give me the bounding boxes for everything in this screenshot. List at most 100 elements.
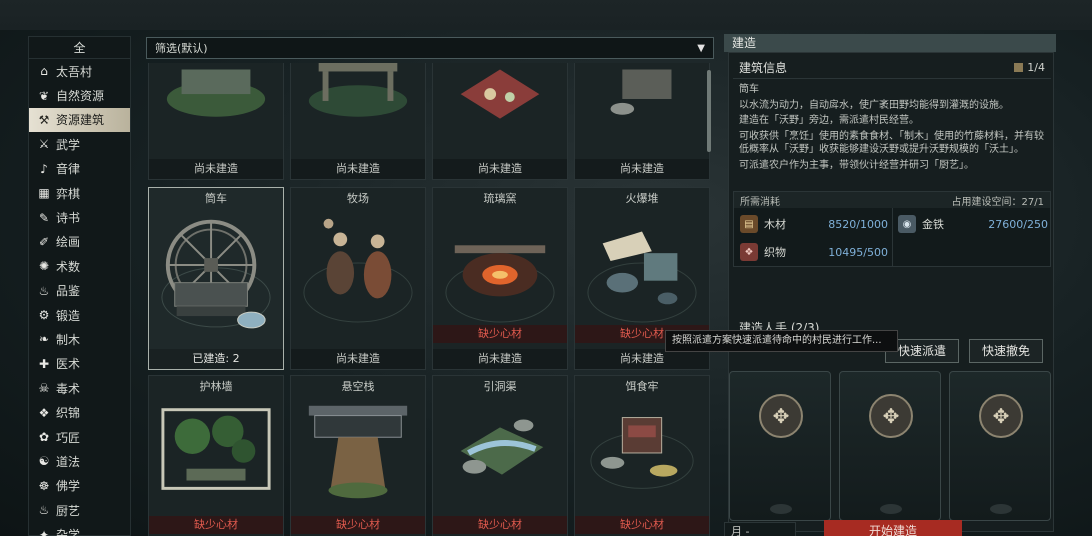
build-status: 尚未建造 bbox=[291, 159, 425, 179]
sidebar-item[interactable]: ♨ 品鉴 bbox=[29, 279, 130, 303]
worker-slot[interactable]: ✥ bbox=[949, 371, 1051, 521]
abacus-icon: ✺ bbox=[38, 259, 50, 274]
building-art bbox=[460, 69, 540, 119]
sidebar-item[interactable]: ✐ 绘画 bbox=[29, 230, 130, 254]
buddha-icon: ☸ bbox=[38, 478, 50, 493]
sidebar-item-label: 武学 bbox=[56, 137, 81, 152]
sidebar-item-label: 织锦 bbox=[56, 406, 81, 421]
sidebar-item[interactable]: ✦ 杂学 bbox=[29, 522, 130, 536]
sidebar-item-label: 毒术 bbox=[56, 381, 81, 396]
build-status: 尚未建造 bbox=[149, 159, 283, 179]
wood-icon: ❧ bbox=[38, 332, 50, 347]
sidebar-item[interactable]: ✿ 巧匠 bbox=[29, 425, 130, 449]
sidebar-item[interactable]: ♨ 厨艺 bbox=[29, 498, 130, 522]
building-description: 筒车 以水流为动力，自动戽水，使广袤田野均能得到灌溉的设施。 建造在「沃野」旁边… bbox=[739, 83, 1049, 174]
sidebar-item[interactable]: ⚔ 武学 bbox=[29, 132, 130, 156]
page-indicator[interactable]: 1/4 bbox=[1014, 61, 1045, 74]
chess-icon: ▦ bbox=[38, 186, 50, 201]
sidebar-item[interactable]: ❦ 自然资源 bbox=[29, 83, 130, 107]
space-label: 占用建设空间：27/1 bbox=[951, 196, 1044, 208]
month-selector[interactable]: 月 - bbox=[724, 522, 796, 536]
sidebar-item[interactable]: ⚙ 锻造 bbox=[29, 303, 130, 327]
resource-row: ▤ 木材 8520/1000 bbox=[740, 212, 888, 236]
cup-icon: ♨ bbox=[38, 283, 50, 298]
sidebar-item[interactable]: ✎ 诗书 bbox=[29, 205, 130, 229]
cave-channel-art bbox=[460, 419, 544, 475]
metal-resource-icon: ◉ bbox=[898, 215, 916, 233]
page-chip-icon bbox=[1014, 63, 1024, 72]
filter-dropdown[interactable]: 筛选(默认) ▼ bbox=[146, 37, 714, 59]
forest-wall-art bbox=[161, 408, 271, 490]
build-status: 尚未建造 bbox=[433, 349, 567, 369]
sidebar-item[interactable]: ❖ 织锦 bbox=[29, 400, 130, 424]
sidebar-item[interactable]: ⌂ 太吾村 bbox=[29, 59, 130, 83]
resource-row: ◉ 金铁 27600/250 bbox=[898, 212, 1048, 236]
desc-line-2: 建造在「沃野」旁边，需派遣村民经营。 bbox=[739, 115, 919, 126]
sidebar-item-label: 锻造 bbox=[56, 308, 81, 323]
sidebar-item[interactable]: ▦ 弈棋 bbox=[29, 181, 130, 205]
sidebar-item-label: 音律 bbox=[56, 162, 81, 177]
build-status: 尚未建造 bbox=[291, 349, 425, 369]
sidebar-item[interactable]: ⚒ 资源建筑 bbox=[29, 107, 130, 133]
brush-icon: ✐ bbox=[38, 234, 50, 249]
sidebar-item[interactable]: ♪ 音律 bbox=[29, 157, 130, 181]
slot-base bbox=[990, 504, 1012, 514]
sidebar-item-label: 资源建筑 bbox=[56, 113, 105, 128]
grid-scrollbar[interactable] bbox=[707, 70, 711, 152]
missing-material-label: 缺少心材 bbox=[433, 325, 567, 343]
sidebar-item-label: 佛学 bbox=[56, 479, 81, 494]
chevron-down-icon: ▼ bbox=[697, 42, 705, 54]
building-card[interactable]: 琉璃窯 缺少心材 尚未建造 bbox=[432, 187, 568, 370]
medicine-icon: ✚ bbox=[38, 356, 50, 371]
sidebar-item-label: 品鉴 bbox=[56, 284, 81, 299]
worker-slot[interactable]: ✥ bbox=[729, 371, 831, 521]
resource-name: 木材 bbox=[764, 218, 786, 231]
building-card[interactable]: 尚未建造 bbox=[574, 63, 710, 180]
page-count: 1/4 bbox=[1027, 61, 1045, 74]
resource-row: ❖ 织物 10495/500 bbox=[740, 240, 888, 264]
build-status: 尚未建造 bbox=[575, 159, 709, 179]
build-status: 尚未建造 bbox=[575, 349, 709, 369]
quick-dismiss-button[interactable]: 快速撤免 bbox=[969, 339, 1044, 363]
music-icon: ♪ bbox=[40, 161, 48, 176]
panel-tab: 建造 bbox=[724, 34, 1056, 52]
build-status: 已建造: 2 bbox=[149, 349, 283, 369]
sidebar-item-label: 巧匠 bbox=[56, 430, 81, 445]
desc-line-3: 可收获供「烹饪」使用的素食食材、「制木」使用的竹藤材料，并有较低概率从「沃野」收… bbox=[739, 130, 1044, 156]
building-card[interactable]: 尚未建造 bbox=[148, 63, 284, 180]
building-card[interactable]: 饵食牢 缺少心材 bbox=[574, 375, 710, 536]
slot-base bbox=[880, 504, 902, 514]
hanging-plank-art bbox=[308, 405, 408, 499]
sidebar-item[interactable]: ☠ 毒术 bbox=[29, 376, 130, 400]
building-card[interactable]: 牧场 尚未建造 bbox=[290, 187, 426, 370]
sidebar-item[interactable]: ❧ 制木 bbox=[29, 327, 130, 351]
resource-value: 10495/500 bbox=[828, 245, 888, 259]
building-card[interactable]: 尚未建造 bbox=[290, 63, 426, 180]
building-card[interactable]: 护林墙 缺少心材 bbox=[148, 375, 284, 536]
filter-label: 筛选(默认) bbox=[155, 42, 208, 55]
pot-icon: ♨ bbox=[38, 503, 50, 518]
gear-icon: ✿ bbox=[38, 430, 50, 445]
empty-slot-icon: ✥ bbox=[759, 394, 803, 438]
sidebar-item[interactable]: ☸ 佛学 bbox=[29, 474, 130, 498]
sidebar-item-label: 厨艺 bbox=[56, 503, 81, 518]
leaf-icon: ❦ bbox=[38, 88, 50, 103]
building-card[interactable]: 悬空栈 缺少心材 bbox=[290, 375, 426, 536]
sidebar-item-all[interactable]: 全 bbox=[29, 37, 130, 59]
resource-value: 8520/1000 bbox=[828, 217, 888, 231]
category-sidebar: 全 ⌂ 太吾村 ❦ 自然资源 ⚒ 资源建筑 ⚔ 武学 ♪ 音律 ▦ 弈棋 ✎ 诗书 ✐ 绘画 ✺ 术数 ♨ 品鉴 ⚙ 锻造… bbox=[28, 36, 131, 536]
sidebar-item[interactable]: ✚ 医术 bbox=[29, 352, 130, 376]
building-card[interactable]: 引洞渠 缺少心材 bbox=[432, 375, 568, 536]
book-icon: ✎ bbox=[38, 210, 50, 225]
building-card-selected[interactable]: 筒车 已建造: 2 bbox=[148, 187, 284, 370]
worker-slot[interactable]: ✥ bbox=[839, 371, 941, 521]
anvil-icon: ⚙ bbox=[38, 308, 50, 323]
sidebar-item[interactable]: ☯ 道法 bbox=[29, 449, 130, 473]
start-build-button[interactable]: 开始建造 bbox=[824, 520, 962, 536]
sidebar-item-label: 太吾村 bbox=[56, 64, 93, 79]
sidebar-item-label: 医术 bbox=[56, 357, 81, 372]
top-band bbox=[0, 0, 1092, 30]
sidebar-item[interactable]: ✺ 术数 bbox=[29, 254, 130, 278]
building-card[interactable]: 尚未建造 bbox=[432, 63, 568, 180]
desc-line-1: 以水流为动力，自动戽水，使广袤田野均能得到灌溉的设施。 bbox=[739, 99, 1009, 111]
